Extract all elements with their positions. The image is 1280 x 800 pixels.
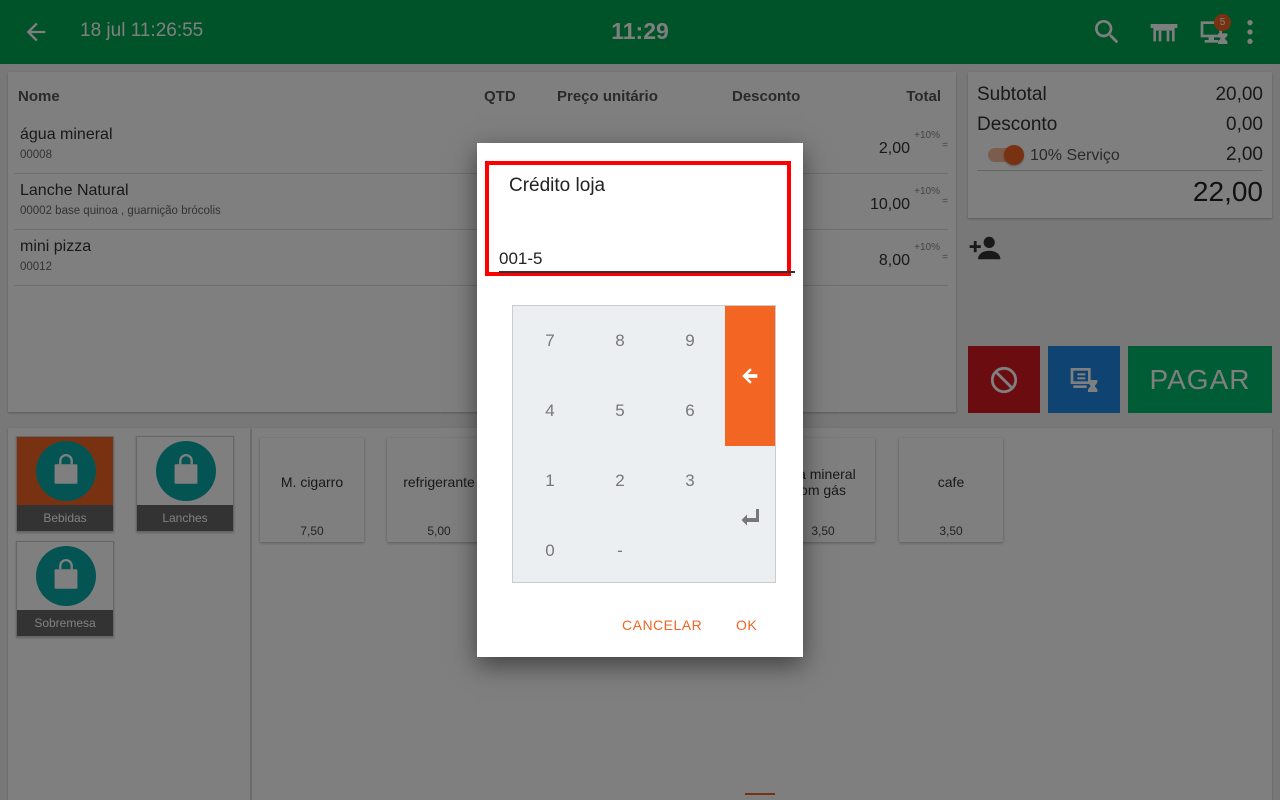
ok-button[interactable]: OK <box>736 617 757 633</box>
dialog-title: Crédito loja <box>509 175 606 196</box>
cancel-button[interactable]: CANCELAR <box>622 617 702 633</box>
key-3[interactable]: 3 <box>655 446 725 516</box>
input-underline <box>499 271 795 273</box>
key-0[interactable]: 0 <box>515 516 585 586</box>
key-7[interactable]: 7 <box>515 306 585 376</box>
key-8[interactable]: 8 <box>585 306 655 376</box>
key-6[interactable]: 6 <box>655 376 725 446</box>
store-credit-field[interactable]: Crédito loja 001-5 <box>485 161 795 276</box>
key-4[interactable]: 4 <box>515 376 585 446</box>
key-9[interactable]: 9 <box>655 306 725 376</box>
store-credit-dialog: Crédito loja 001-5 7 8 9 4 5 6 1 2 3 0 -… <box>477 143 803 657</box>
enter-key[interactable] <box>725 446 775 584</box>
store-credit-input[interactable]: 001-5 <box>499 249 542 269</box>
numeric-keypad: 7 8 9 4 5 6 1 2 3 0 - <box>512 305 776 583</box>
arrow-back-icon <box>742 368 758 384</box>
backspace-key[interactable] <box>725 306 775 446</box>
key-5[interactable]: 5 <box>585 376 655 446</box>
key-dash[interactable]: - <box>585 516 655 586</box>
key-2[interactable]: 2 <box>585 446 655 516</box>
key-1[interactable]: 1 <box>515 446 585 516</box>
subdirectory-arrow-left-icon <box>741 509 759 526</box>
